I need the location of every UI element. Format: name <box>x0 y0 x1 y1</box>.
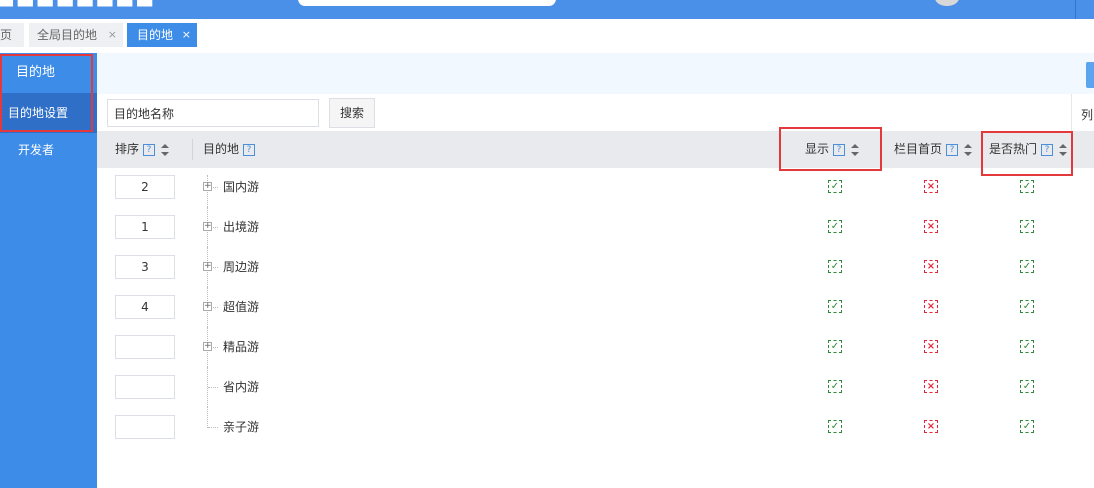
page-tab-bar: 页 全局目的地 × 目的地 × <box>0 19 1094 54</box>
tab-destination[interactable]: 目的地 × <box>127 23 197 47</box>
sort-icon[interactable] <box>161 143 170 156</box>
show-checkbox-checked-icon[interactable]: ✓ <box>828 300 842 313</box>
destination-name: 出境游 <box>223 220 260 234</box>
is-hot-checkbox-checked-icon[interactable]: ✓ <box>1020 420 1034 433</box>
highlight-box-show-column <box>779 127 882 171</box>
column-home-checkbox-unchecked-icon[interactable]: × <box>924 300 938 313</box>
destination-name: 精品游 <box>223 340 260 354</box>
tree-line <box>207 175 209 207</box>
tab-home-label: 页 <box>0 28 13 42</box>
column-header-destination: 目的地? <box>203 131 256 168</box>
table-row: 省内游 ✓ × ✓ <box>97 367 1094 407</box>
highlight-box-sidebar <box>0 54 93 132</box>
header-divider <box>1075 0 1076 19</box>
tree-line <box>207 407 209 428</box>
order-input[interactable] <box>115 415 175 439</box>
table-row: 亲子游 ✓ × ✓ <box>97 407 1094 447</box>
expand-icon[interactable]: + <box>203 262 212 271</box>
is-hot-checkbox-checked-icon[interactable]: ✓ <box>1020 300 1034 313</box>
table-row: + 出境游 ✓ × ✓ <box>97 207 1094 247</box>
toolbar-action-button[interactable] <box>1086 62 1094 88</box>
show-checkbox-checked-icon[interactable]: ✓ <box>828 260 842 273</box>
tab-global-destination[interactable]: 全局目的地 × <box>29 23 123 47</box>
column-header-destination-label: 目的地 <box>203 142 240 156</box>
is-hot-checkbox-checked-icon[interactable]: ✓ <box>1020 380 1034 393</box>
order-input[interactable] <box>115 335 175 359</box>
table-row: + 超值游 ✓ × ✓ <box>97 287 1094 327</box>
help-icon[interactable]: ? <box>243 143 256 156</box>
content-toolbar <box>97 53 1094 94</box>
show-checkbox-checked-icon[interactable]: ✓ <box>828 380 842 393</box>
column-home-checkbox-unchecked-icon[interactable]: × <box>924 260 938 273</box>
close-icon[interactable]: × <box>182 23 191 47</box>
tree-line <box>208 427 218 428</box>
destination-name: 国内游 <box>223 180 260 194</box>
order-input[interactable] <box>115 375 175 399</box>
column-home-checkbox-unchecked-icon[interactable]: × <box>924 380 938 393</box>
highlight-box-hot-column <box>981 131 1073 176</box>
sidebar-item-developer[interactable]: 开发者 <box>0 133 97 167</box>
is-hot-checkbox-checked-icon[interactable]: ✓ <box>1020 220 1034 233</box>
tab-global-destination-label: 全局目的地 <box>37 28 98 42</box>
destination-name: 超值游 <box>223 300 260 314</box>
expand-icon[interactable]: + <box>203 222 212 231</box>
column-header-order-label: 排序 <box>115 142 140 156</box>
column-header-column-home-label: 栏目首页 <box>894 142 943 156</box>
column-settings-label[interactable]: 列 <box>1081 106 1094 123</box>
destination-name: 省内游 <box>223 380 260 394</box>
expand-icon[interactable]: + <box>203 302 212 311</box>
column-home-checkbox-unchecked-icon[interactable]: × <box>924 340 938 353</box>
order-input[interactable] <box>115 255 175 279</box>
expand-icon[interactable]: + <box>203 182 212 191</box>
order-input[interactable] <box>115 215 175 239</box>
sort-icon[interactable] <box>964 143 973 156</box>
show-checkbox-checked-icon[interactable]: ✓ <box>828 420 842 433</box>
table-row: + 精品游 ✓ × ✓ <box>97 327 1094 367</box>
destination-name: 周边游 <box>223 260 260 274</box>
show-checkbox-checked-icon[interactable]: ✓ <box>828 220 842 233</box>
tab-home[interactable]: 页 <box>0 23 24 47</box>
app-logo: ▬▬▬▬▬▬▬▬ <box>0 0 156 13</box>
help-icon[interactable]: ? <box>143 143 156 156</box>
table-row: + 国内游 ✓ × ✓ <box>97 167 1094 207</box>
show-checkbox-checked-icon[interactable]: ✓ <box>828 340 842 353</box>
column-home-checkbox-unchecked-icon[interactable]: × <box>924 220 938 233</box>
tab-destination-label: 目的地 <box>137 28 174 42</box>
show-checkbox-checked-icon[interactable]: ✓ <box>828 180 842 193</box>
column-header-column-home[interactable]: 栏目首页? <box>894 131 973 168</box>
column-home-checkbox-unchecked-icon[interactable]: × <box>924 420 938 433</box>
column-header-order[interactable]: 排序? <box>115 131 170 168</box>
search-button[interactable]: 搜索 <box>329 98 375 128</box>
help-icon[interactable]: ? <box>946 143 959 156</box>
close-icon[interactable]: × <box>108 23 117 47</box>
user-avatar[interactable] <box>935 0 959 6</box>
is-hot-checkbox-checked-icon[interactable]: ✓ <box>1020 260 1034 273</box>
column-home-checkbox-unchecked-icon[interactable]: × <box>924 180 938 193</box>
destination-search-input[interactable] <box>107 99 319 127</box>
toolbar-divider <box>1071 94 1072 131</box>
global-search-box[interactable] <box>298 0 556 6</box>
is-hot-checkbox-checked-icon[interactable]: ✓ <box>1020 340 1034 353</box>
table-row: + 周边游 ✓ × ✓ <box>97 247 1094 287</box>
table-header: 排序? 目的地? 显示? 栏目首页? 是否热门? <box>97 131 1094 168</box>
top-header-bar: ▬▬▬▬▬▬▬▬ <box>0 0 1094 19</box>
is-hot-checkbox-checked-icon[interactable]: ✓ <box>1020 180 1034 193</box>
destination-name: 亲子游 <box>223 420 260 434</box>
tree-line <box>208 387 218 388</box>
order-input[interactable] <box>115 295 175 319</box>
order-input[interactable] <box>115 175 175 199</box>
expand-icon[interactable]: + <box>203 342 212 351</box>
